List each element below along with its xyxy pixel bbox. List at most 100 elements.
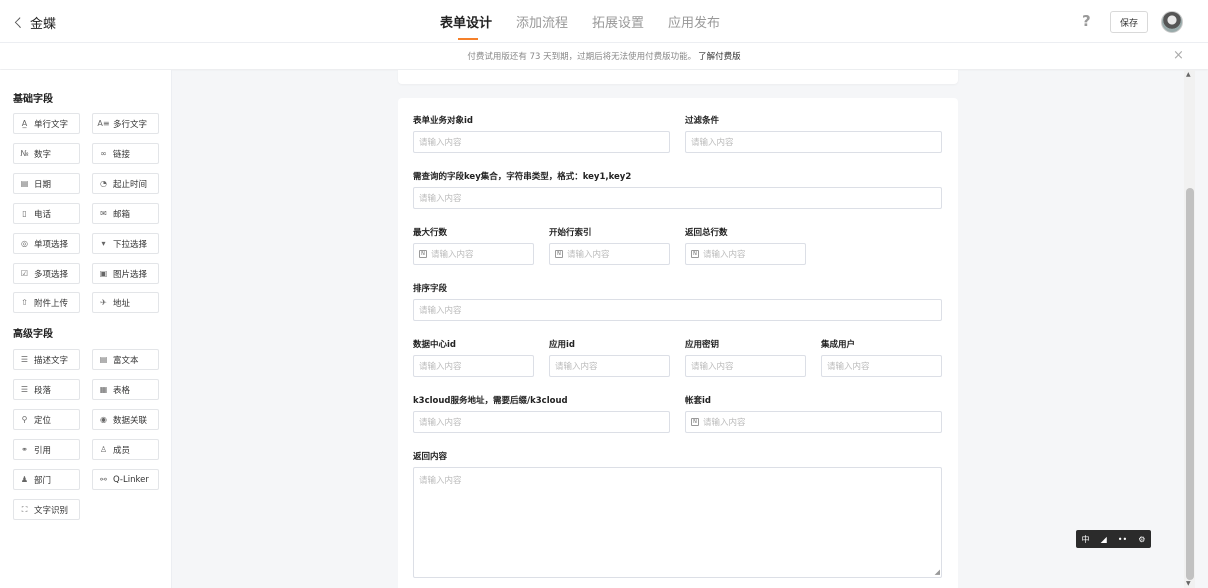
trial-notice-text: 付费试用版还有 73 天到期，过期后将无法使用付费版功能。	[467, 52, 697, 62]
tab-app-publish[interactable]: 应用发布	[668, 12, 720, 42]
back-chevron-icon: ㄑ	[12, 16, 25, 30]
reference-icon: ⚭	[21, 445, 28, 454]
text-multi-icon: A≡	[97, 119, 110, 128]
resize-handle-icon[interactable]: ◢	[935, 568, 940, 576]
mail-icon: ✉	[100, 209, 107, 218]
field-link[interactable]: ∞ 链接	[92, 143, 159, 164]
scrollbar-thumb[interactable]	[1186, 188, 1194, 580]
filter-input[interactable]: 请输入内容	[685, 131, 942, 153]
main-tabs: 表单设计 添加流程 拓展设置 应用发布	[440, 12, 720, 42]
field-rich-text[interactable]: ▤ 富文本	[92, 349, 159, 370]
field-label: 单行文字	[34, 119, 69, 130]
form-card[interactable]: 表单业务对象id 请输入内容 过滤条件 请输入内容 需查询的字段key集合，字符…	[398, 98, 958, 588]
field-label: 多项选择	[34, 269, 69, 280]
tab-add-process[interactable]: 添加流程	[516, 12, 568, 42]
account-id-placeholder: 请输入内容	[703, 418, 746, 428]
top-header: ㄑ 金蝶 表单设计 添加流程 拓展设置 应用发布 ? 保存	[0, 0, 1208, 43]
label-field-keys: 需查询的字段key集合，字符串类型，格式：key1,key2	[413, 172, 632, 182]
label-max-rows: 最大行数	[413, 228, 448, 238]
field-table[interactable]: ▦ 表格	[92, 379, 159, 400]
max-rows-input[interactable]: N 请输入内容	[413, 243, 534, 265]
field-email[interactable]: ✉ 邮箱	[92, 203, 159, 224]
field-data-link[interactable]: ◉ 数据关联	[92, 409, 159, 430]
app-secret-input[interactable]: 请输入内容	[685, 355, 806, 377]
tab-extend-settings[interactable]: 拓展设置	[592, 12, 644, 42]
label-object-id: 表单业务对象id	[413, 116, 473, 126]
field-label: 多行文字	[113, 119, 148, 130]
field-position[interactable]: ⚲ 定位	[13, 409, 80, 430]
tab-form-design[interactable]: 表单设计	[440, 12, 492, 42]
field-dropdown[interactable]: ▾ 下拉选择	[92, 233, 159, 254]
ime-chinese-icon[interactable]: 中	[1082, 534, 1090, 545]
total-rows-input[interactable]: N 请输入内容	[685, 243, 806, 265]
trial-notice-bar: 付费试用版还有 73 天到期，过期后将无法使用付费版功能。 了解付费版 ×	[0, 43, 1208, 69]
field-q-linker[interactable]: ⚯ Q-Linker	[92, 469, 159, 490]
number-icon: N	[691, 418, 699, 426]
number-icon: N	[555, 250, 563, 258]
field-ocr[interactable]: ⛶ 文字识别	[13, 499, 80, 520]
field-time-range[interactable]: ◔ 起止时间	[92, 173, 159, 194]
help-icon[interactable]: ?	[1082, 12, 1091, 30]
save-button[interactable]: 保存	[1110, 11, 1148, 33]
label-datacenter-id: 数据中心id	[413, 340, 456, 350]
label-return-content: 返回内容	[413, 452, 448, 462]
avatar[interactable]	[1161, 11, 1183, 33]
field-label: 数据关联	[113, 415, 148, 426]
field-label: 文字识别	[34, 505, 69, 516]
ime-pen-icon[interactable]: ◢	[1101, 535, 1107, 544]
field-date[interactable]: ▤ 日期	[13, 173, 80, 194]
field-label: 起止时间	[113, 179, 148, 190]
field-phone[interactable]: ▯ 电话	[13, 203, 80, 224]
field-description[interactable]: ☰ 描述文字	[13, 349, 80, 370]
close-icon[interactable]: ×	[1173, 48, 1184, 63]
ocr-icon: ⛶	[21, 504, 28, 514]
field-multi-line-text[interactable]: A≡ 多行文字	[92, 113, 159, 134]
object-id-input[interactable]: 请输入内容	[413, 131, 670, 153]
table-icon: ▦	[99, 385, 108, 394]
back-button[interactable]: ㄑ 金蝶	[12, 13, 56, 32]
sort-field-input[interactable]: 请输入内容	[413, 299, 942, 321]
radio-icon: ◎	[21, 239, 28, 248]
integration-user-input[interactable]: 请输入内容	[821, 355, 942, 377]
label-account-id: 帐套id	[685, 396, 711, 406]
account-id-input[interactable]: N 请输入内容	[685, 411, 942, 433]
ime-settings-icon[interactable]: ⚙	[1138, 535, 1145, 544]
label-k3cloud-url: k3cloud服务地址，需要后缀/k3cloud	[413, 396, 568, 406]
field-label: Q-Linker	[113, 474, 149, 485]
field-label: 日期	[34, 179, 52, 190]
number-icon: N	[419, 250, 427, 258]
scroll-up-arrow-icon[interactable]: ▲	[1186, 71, 1191, 78]
field-member[interactable]: ♙ 成员	[92, 439, 159, 460]
datacenter-id-input[interactable]: 请输入内容	[413, 355, 534, 377]
field-address[interactable]: ✈ 地址	[92, 292, 159, 313]
k3cloud-url-input[interactable]: 请输入内容	[413, 411, 670, 433]
ime-punct-icon[interactable]: ••	[1118, 535, 1127, 544]
checkbox-icon: ☑	[20, 269, 29, 278]
number-icon: №	[20, 149, 29, 158]
label-start-index: 开始行索引	[549, 228, 592, 238]
data-link-icon: ◉	[100, 415, 107, 424]
member-icon: ♙	[99, 445, 108, 454]
return-content-textarea[interactable]: 请输入内容 ◢	[413, 467, 942, 578]
start-index-placeholder: 请输入内容	[567, 250, 610, 260]
label-sort-field: 排序字段	[413, 284, 448, 294]
field-attachment[interactable]: ⇧ 附件上传	[13, 292, 80, 313]
field-label: 描述文字	[34, 355, 69, 366]
scroll-down-arrow-icon[interactable]: ▼	[1186, 580, 1191, 587]
field-single-line-text[interactable]: A̲ 单行文字	[13, 113, 80, 134]
time-range-icon: ◔	[100, 179, 107, 188]
form-canvas: 表单业务对象id 请输入内容 过滤条件 请输入内容 需查询的字段key集合，字符…	[172, 70, 1184, 588]
learn-paid-link[interactable]: 了解付费版	[698, 50, 741, 62]
text-line-icon: A̲	[21, 119, 28, 128]
field-number[interactable]: № 数字	[13, 143, 80, 164]
field-multi-choice[interactable]: ☑ 多项选择	[13, 263, 80, 284]
field-image-select[interactable]: ▣ 图片选择	[92, 263, 159, 284]
field-keys-input[interactable]: 请输入内容	[413, 187, 942, 209]
field-paragraph[interactable]: ☰ 段落	[13, 379, 80, 400]
field-single-choice[interactable]: ◎ 单项选择	[13, 233, 80, 254]
field-department[interactable]: ♟ 部门	[13, 469, 80, 490]
start-index-input[interactable]: N 请输入内容	[549, 243, 670, 265]
basic-fields-title: 基础字段	[13, 94, 53, 105]
app-id-input[interactable]: 请输入内容	[549, 355, 670, 377]
field-reference[interactable]: ⚭ 引用	[13, 439, 80, 460]
